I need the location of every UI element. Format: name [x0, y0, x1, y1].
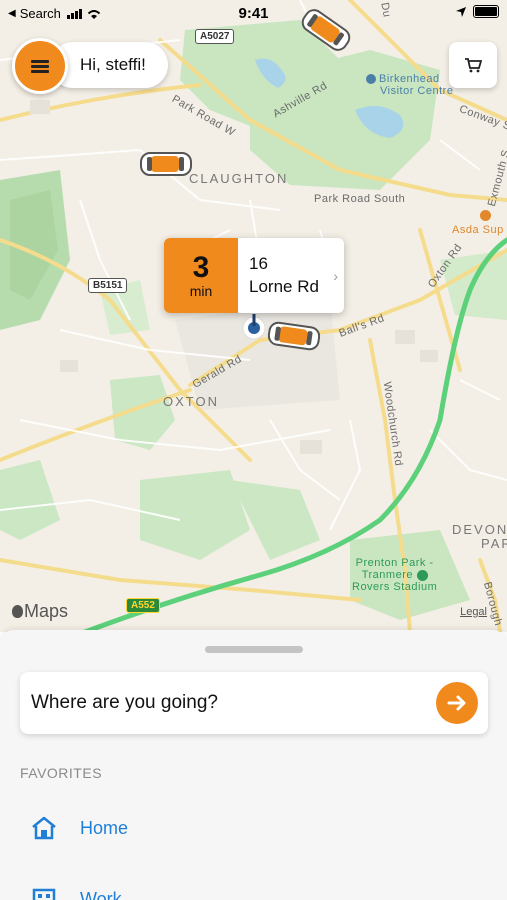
arrow-right-icon	[447, 695, 466, 711]
poi-prenton-park[interactable]: Prenton Park - Tranmere Rovers Stadium	[352, 557, 437, 593]
go-button[interactable]	[436, 682, 478, 724]
eta-minutes: 3	[192, 250, 210, 284]
eta-badge: 3 min	[164, 238, 238, 313]
poi-prenton-line1: Prenton Park -	[355, 557, 434, 569]
status-time: 9:41	[238, 5, 269, 22]
work-icon	[32, 888, 56, 900]
poi-birkenhead-visitor-centre[interactable]: Birkenhead Visitor Centre	[366, 73, 453, 97]
shopping-icon	[480, 210, 491, 221]
battery-icon	[473, 5, 499, 18]
apple-maps-attribution: Maps	[12, 601, 68, 622]
poi-birkenhead-line1: Birkenhead	[379, 73, 440, 85]
eta-unit: min	[189, 282, 213, 299]
destination-search[interactable]: Where are you going?	[20, 672, 488, 734]
poi-asda-label: Asda Sup	[452, 224, 504, 236]
home-icon	[32, 816, 56, 840]
poi-info-icon	[366, 74, 376, 85]
district-label-devonshire: DEVONS	[452, 522, 507, 537]
road-shield-a552: A552	[126, 598, 160, 613]
cart-button[interactable]	[449, 42, 497, 88]
road-shield-a5027: A5027	[195, 29, 235, 44]
poi-asda[interactable]: Asda Sup	[452, 210, 504, 236]
district-label-oxton: OXTON	[163, 394, 219, 409]
favorite-item-home[interactable]: Home	[30, 815, 128, 841]
greeting-text: Hi, steffi!	[80, 55, 146, 74]
pickup-street: Lorne Rd	[249, 277, 319, 296]
stadium-icon	[416, 569, 428, 581]
road-label-park-road-south: Park Road South	[314, 193, 406, 205]
district-label-devonshire-2: PAR	[481, 536, 507, 551]
pickup-eta-card[interactable]: 3 min 16 Lorne Rd ›	[164, 238, 344, 313]
map-view[interactable]: CLAUGHTON OXTON DEVONS PAR A5027 B5151 A…	[0, 0, 507, 632]
sheet-grabber[interactable]	[205, 646, 303, 653]
legal-link[interactable]: Legal	[460, 606, 487, 618]
poi-prenton-line2: Tranmere	[361, 569, 413, 581]
poi-prenton-line3: Rovers Stadium	[352, 581, 438, 593]
cart-icon	[465, 58, 482, 73]
favorite-label-home: Home	[80, 817, 129, 838]
road-shield-b5151: B5151	[88, 278, 128, 293]
status-bar: ◀ Search 9:41	[0, 0, 507, 28]
favorites-header: FAVORITES	[20, 765, 103, 781]
destination-placeholder: Where are you going?	[31, 692, 218, 713]
district-label-claughton: CLAUGHTON	[189, 171, 289, 186]
favorite-label-work: Work	[80, 888, 122, 900]
maps-attribution-label: Maps	[24, 601, 69, 621]
status-right-icons	[455, 5, 499, 18]
pickup-address: 16 Lorne Rd ›	[238, 238, 344, 313]
current-location-pin-icon[interactable]	[241, 314, 267, 340]
bottom-sheet: Where are you going? FAVORITES Home Work	[0, 630, 507, 900]
location-arrow-icon	[456, 6, 466, 17]
hamburger-icon	[31, 58, 49, 75]
menu-button[interactable]	[12, 38, 68, 94]
chevron-right-icon: ›	[333, 268, 338, 284]
pickup-house-number: 16	[249, 254, 268, 273]
apple-logo-icon	[12, 605, 23, 618]
taxi-car-icon	[140, 152, 192, 176]
poi-birkenhead-line2: Visitor Centre	[380, 85, 454, 97]
favorite-item-work[interactable]: Work	[30, 886, 122, 900]
